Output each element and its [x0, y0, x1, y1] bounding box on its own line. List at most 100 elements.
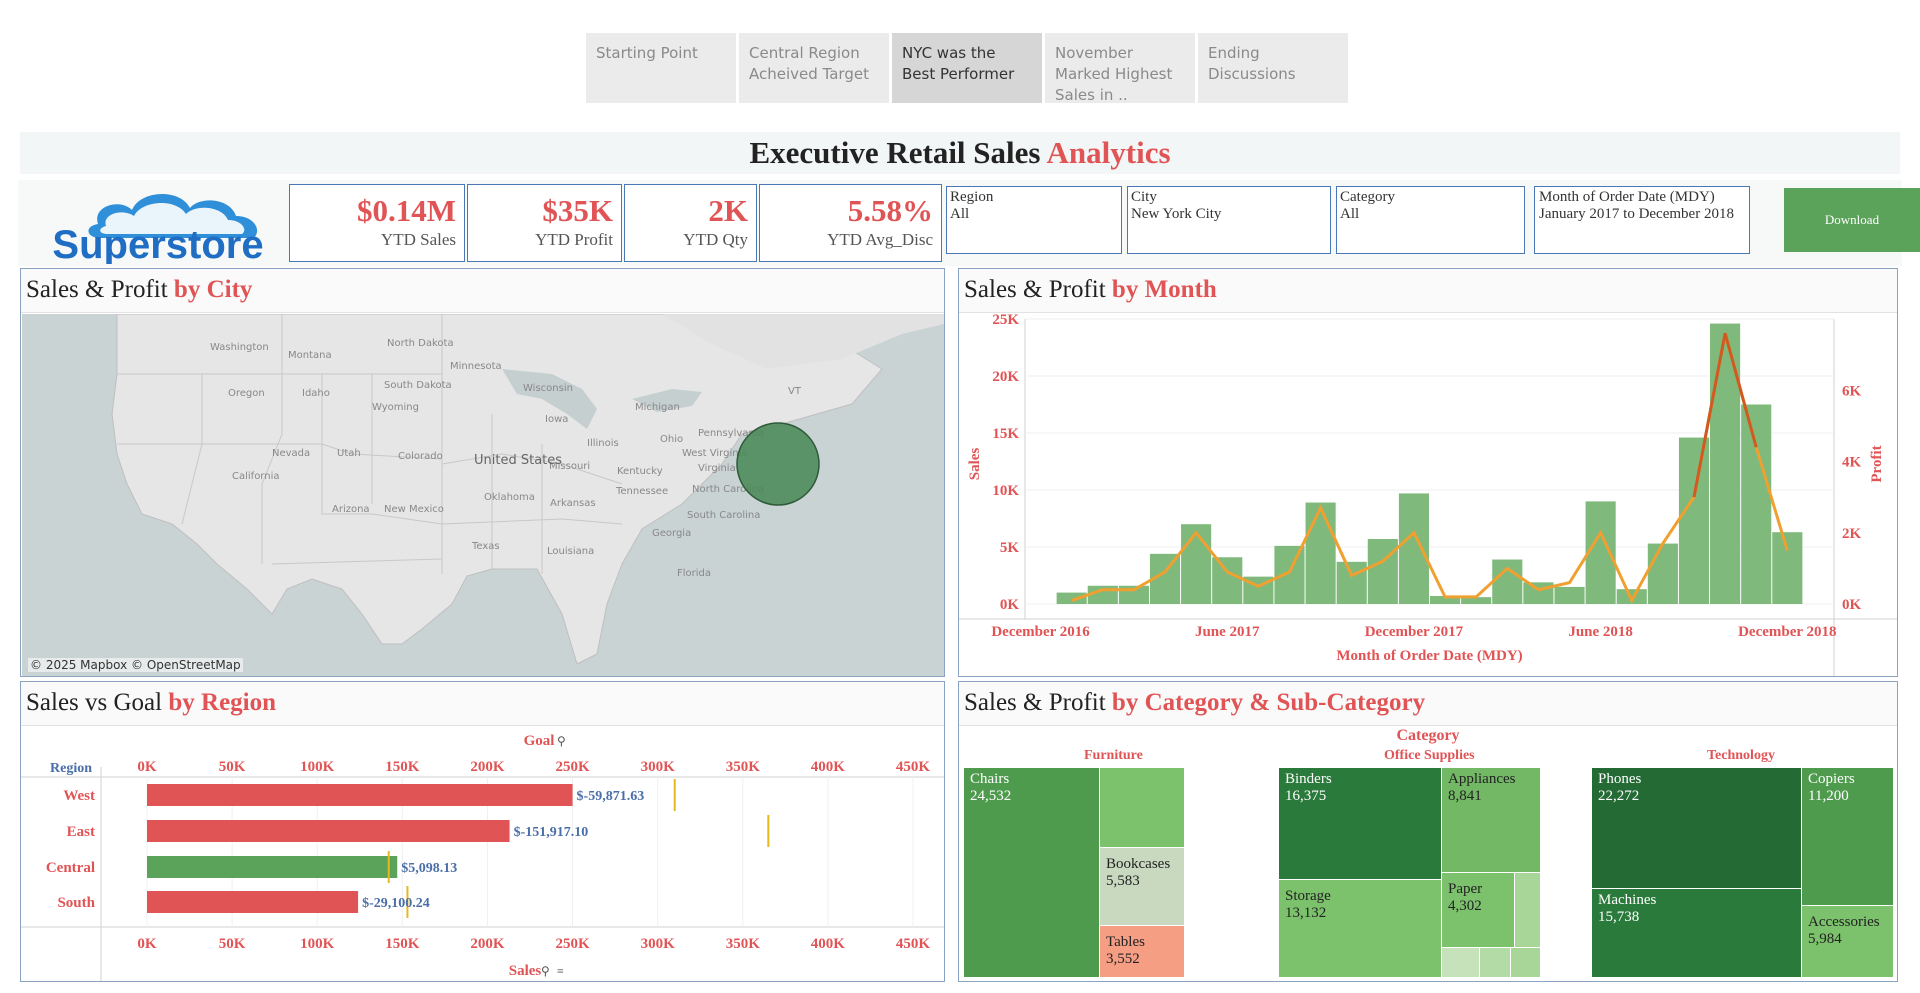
state-label: Montana	[288, 350, 332, 361]
sales-bar	[1741, 404, 1772, 604]
y-tick-label: 25K	[992, 314, 1019, 328]
treemap-cell[interactable]: Bookcases 5,583	[1100, 848, 1184, 925]
bottom-tick-label: 0K	[137, 936, 157, 952]
treemap-cell[interactable]	[1100, 768, 1184, 847]
filter-category[interactable]: Category All	[1336, 186, 1525, 254]
bottom-tick-label: 150K	[385, 936, 420, 952]
state-label: Colorado	[398, 451, 443, 462]
sales-bar	[147, 891, 359, 913]
kpi-ytd-qty: 2K YTD Qty	[624, 184, 757, 262]
filter-region[interactable]: Region All	[946, 186, 1122, 254]
state-label: Iowa	[545, 414, 568, 425]
state-label: Nevada	[272, 448, 310, 459]
filter-value: All	[950, 206, 970, 222]
top-tick-label: 250K	[555, 759, 590, 775]
top-tick-label: 300K	[641, 759, 676, 775]
treemap-cell[interactable]: Storage 13,132	[1279, 880, 1441, 977]
treemap-cell[interactable]: Machines 15,738	[1592, 889, 1801, 977]
region-label: East	[67, 824, 95, 840]
state-label: Tennessee	[615, 486, 668, 497]
treemap-cell[interactable]: Appliances 8,841	[1442, 768, 1540, 872]
x-tick-label: December 2018	[1738, 624, 1836, 640]
sales-bar	[1554, 586, 1585, 604]
filter-label: Region	[950, 189, 994, 205]
state-label: Georgia	[652, 528, 691, 539]
state-label: Texas	[471, 541, 500, 552]
treemap-cell[interactable]: Paper 4,302	[1442, 873, 1514, 947]
sales-bar	[147, 820, 510, 842]
top-tick-label: 0K	[137, 759, 157, 775]
treemap-cell[interactable]: Tables 3,552	[1100, 926, 1184, 977]
sales-bar	[147, 784, 573, 806]
kpi-label: YTD Profit	[535, 230, 613, 249]
y-tick-label: 10K	[992, 483, 1019, 499]
variance-label: $-59,871.63	[577, 789, 645, 804]
filter-value: New York City	[1131, 206, 1222, 222]
treemap-cell[interactable]: Phones 22,272	[1592, 768, 1801, 888]
panel-title-accent: by City	[173, 276, 253, 303]
treemap-cell[interactable]	[1511, 948, 1540, 977]
kpi-label: YTD Sales	[380, 230, 456, 249]
variance-label: $5,098.13	[401, 861, 457, 876]
filter-city[interactable]: City New York City	[1127, 186, 1331, 254]
story-tab-central-region[interactable]: Central Region Acheived Target	[739, 33, 889, 103]
state-label: Washington	[210, 342, 269, 353]
sales-bar	[1398, 493, 1429, 604]
state-label: Minnesota	[450, 361, 502, 372]
bottom-tick-label: 350K	[726, 936, 761, 952]
sales-bar	[147, 856, 398, 878]
filter-order-date[interactable]: Month of Order Date (MDY) January 2017 t…	[1534, 186, 1750, 254]
state-label: Illinois	[587, 438, 619, 449]
treemap-cell[interactable]: Chairs 24,532	[964, 768, 1099, 977]
treemap-cell[interactable]: Copiers 11,200	[1802, 768, 1893, 905]
state-label: Florida	[677, 568, 711, 579]
sales-bar	[1212, 557, 1243, 604]
row-header: Region	[50, 761, 92, 776]
sales-bar	[1181, 524, 1212, 604]
cell-name: Phones	[1598, 771, 1642, 787]
treemap-cell[interactable]	[1515, 873, 1540, 947]
state-label: North Dakota	[387, 338, 454, 349]
treemap-cell[interactable]: Binders 16,375	[1279, 768, 1441, 879]
x-tick-label: December 2016	[991, 624, 1090, 640]
x-tick-label: June 2018	[1568, 624, 1633, 640]
top-tick-label: 450K	[896, 759, 931, 775]
logo-text: Superstore	[52, 223, 263, 264]
title-main: Executive Retail Sales	[749, 135, 1047, 170]
top-axis-title: Goal	[524, 733, 555, 749]
variance-label: $-29,100.24	[362, 896, 430, 911]
cloud-logo-icon: Superstore	[52, 193, 264, 267]
bottom-tick-label: 250K	[555, 936, 590, 952]
city-map[interactable]: Washington Montana North Dakota Minnesot…	[22, 314, 944, 676]
story-tab-ending[interactable]: Ending Discussions	[1198, 33, 1348, 103]
bottom-tick-label: 400K	[811, 936, 846, 952]
sales-bar	[1274, 545, 1305, 604]
nyc-sales-bubble	[736, 422, 820, 506]
cell-value: 4,302	[1448, 898, 1482, 914]
country-label: United States	[474, 453, 562, 468]
kpi-label: YTD Avg_Disc	[827, 230, 933, 249]
map-credit: © 2025 Mapbox © OpenStreetMap	[28, 658, 243, 672]
cell-value: 22,272	[1598, 788, 1640, 804]
sales-bar	[1492, 559, 1523, 604]
cell-value: 3,552	[1106, 951, 1140, 967]
cell-name: Copiers	[1808, 771, 1855, 787]
download-button[interactable]: Download	[1784, 188, 1920, 252]
panel-title-accent: by Category & Sub-Category	[1111, 689, 1426, 716]
treemap-cell[interactable]	[1480, 948, 1510, 977]
bottom-tick-label: 50K	[219, 936, 246, 952]
state-label: South Carolina	[687, 510, 760, 521]
cell-value: 15,738	[1598, 909, 1640, 925]
category-label-technology: Technology	[1707, 748, 1775, 763]
cell-name: Tables	[1106, 934, 1145, 950]
sales-bar	[1305, 502, 1336, 604]
filter-label: Category	[1340, 189, 1395, 205]
story-tab-november[interactable]: November Marked Highest Sales in ..	[1045, 33, 1195, 104]
story-tab-starting-point[interactable]: Starting Point	[586, 33, 736, 103]
bottom-tick-label: 450K	[896, 936, 931, 952]
kpi-ytd-sales: $0.14M YTD Sales	[289, 184, 465, 262]
variance-label: $-151,917.10	[514, 825, 589, 840]
treemap-cell[interactable]	[1442, 948, 1479, 977]
story-tab-nyc-best[interactable]: NYC was the Best Performer	[892, 33, 1042, 103]
treemap-cell[interactable]: Accessories 5,984	[1802, 906, 1893, 977]
